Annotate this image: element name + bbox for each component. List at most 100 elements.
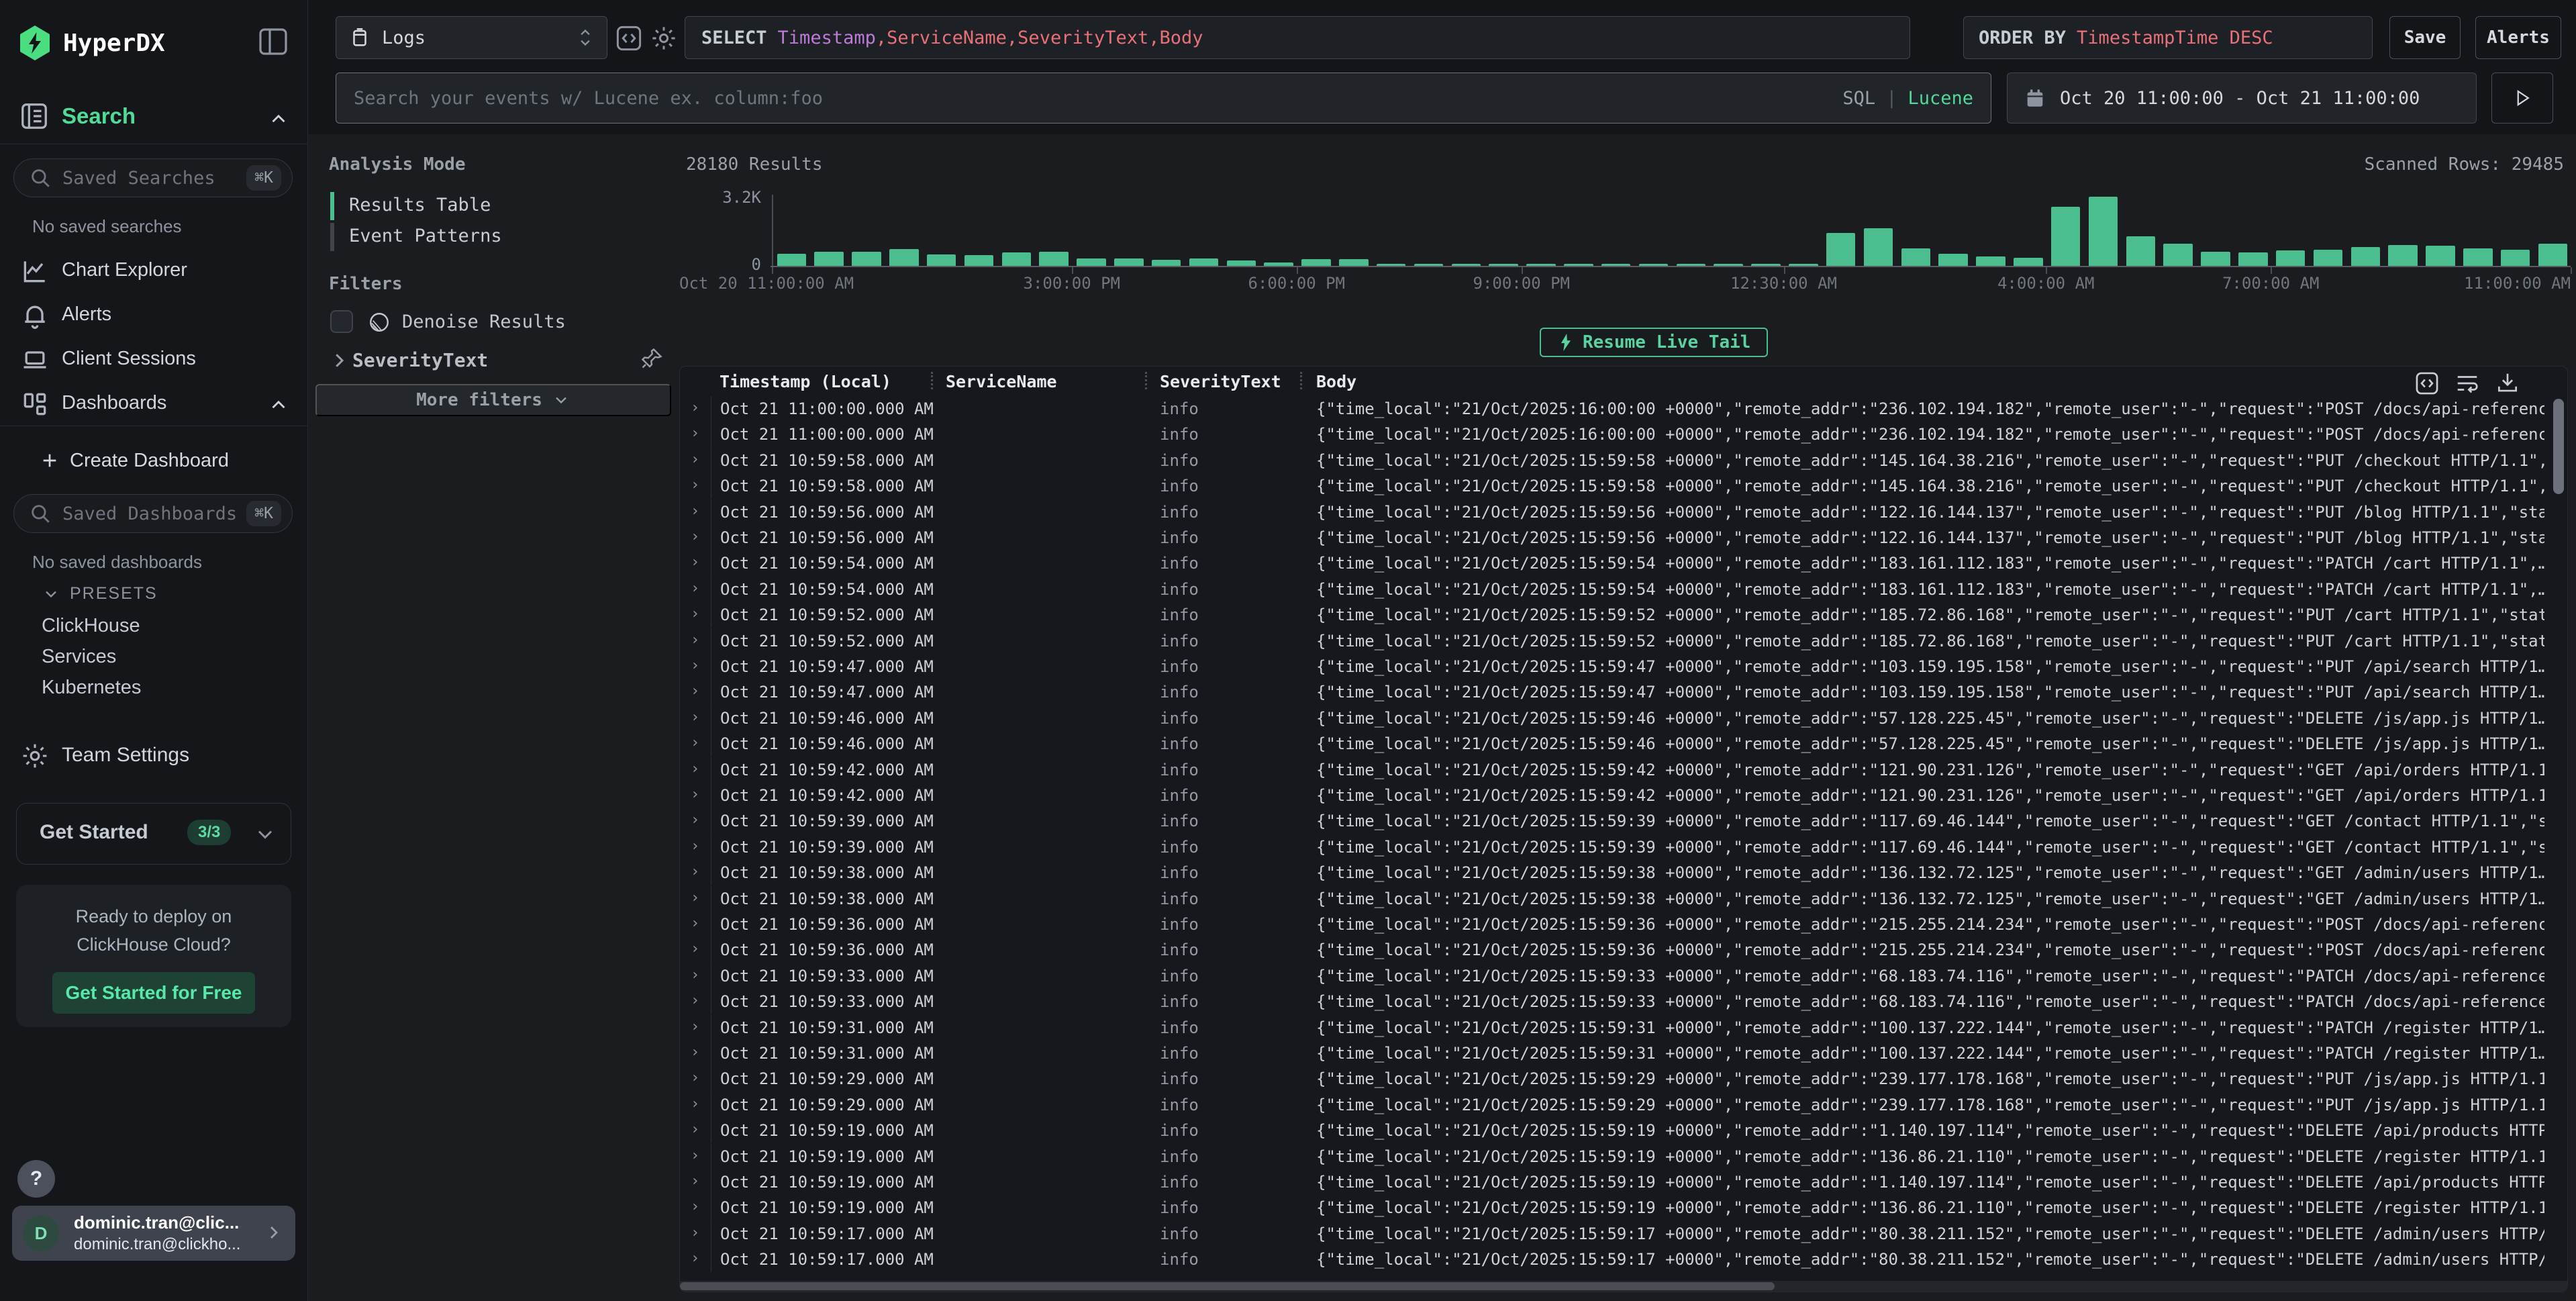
table-row[interactable]: ›Oct 21 10:59:42.000 AMinfo{"time_local"… [680, 757, 2567, 783]
table-row[interactable]: ›Oct 21 10:59:19.000 AMinfo{"time_local"… [680, 1195, 2567, 1220]
row-expand-chevron-icon[interactable]: › [691, 580, 699, 597]
column-header-servicename[interactable]: ServiceName [946, 372, 1057, 391]
preset-clickhouse[interactable]: ClickHouse [42, 615, 140, 637]
table-row[interactable]: ›Oct 21 10:59:54.000 AMinfo{"time_local"… [680, 577, 2567, 602]
row-expand-chevron-icon[interactable]: › [691, 709, 699, 726]
get-started-free-button[interactable]: Get Started for Free [52, 972, 255, 1014]
table-row[interactable]: ›Oct 21 10:59:31.000 AMinfo{"time_local"… [680, 1041, 2567, 1066]
table-row[interactable]: ›Oct 21 10:59:47.000 AMinfo{"time_local"… [680, 679, 2567, 705]
column-resize-handle[interactable] [1145, 372, 1147, 389]
table-row[interactable]: ›Oct 21 10:59:29.000 AMinfo{"time_local"… [680, 1092, 2567, 1118]
vertical-scrollbar[interactable] [2553, 399, 2564, 494]
pin-icon[interactable] [640, 346, 664, 371]
table-row[interactable]: ›Oct 21 10:59:19.000 AMinfo{"time_local"… [680, 1118, 2567, 1143]
table-row[interactable]: ›Oct 21 10:59:38.000 AMinfo{"time_local"… [680, 860, 2567, 885]
table-row[interactable]: ›Oct 21 10:59:36.000 AMinfo{"time_local"… [680, 912, 2567, 937]
sidebar-item-alerts[interactable]: Alerts [0, 295, 308, 337]
row-expand-chevron-icon[interactable]: › [691, 786, 699, 803]
table-row[interactable]: ›Oct 21 11:00:00.000 AMinfo{"time_local"… [680, 422, 2567, 447]
table-row[interactable]: ›Oct 21 10:59:38.000 AMinfo{"time_local"… [680, 886, 2567, 912]
sidebar-collapse-icon[interactable] [258, 27, 289, 56]
table-row[interactable]: ›Oct 21 10:59:52.000 AMinfo{"time_local"… [680, 628, 2567, 654]
chart-plot[interactable] [772, 195, 2571, 266]
chevron-up-icon[interactable] [267, 107, 290, 130]
row-expand-chevron-icon[interactable]: › [691, 838, 699, 855]
query-language-toggle[interactable]: SQL | Lucene [1842, 88, 1973, 109]
get-started-card[interactable]: Get Started 3/3 [16, 803, 291, 865]
download-icon[interactable] [2495, 371, 2520, 396]
row-expand-chevron-icon[interactable]: › [691, 657, 699, 674]
row-expand-chevron-icon[interactable]: › [691, 1121, 699, 1138]
row-expand-chevron-icon[interactable]: › [691, 1250, 699, 1267]
table-row[interactable]: ›Oct 21 10:59:36.000 AMinfo{"time_local"… [680, 937, 2567, 963]
source-code-icon[interactable] [2414, 371, 2440, 396]
column-header-severitytext[interactable]: SeverityText [1160, 372, 1281, 391]
sidebar-item-dashboards[interactable]: Dashboards [0, 384, 308, 426]
table-row[interactable]: ›Oct 21 10:59:17.000 AMinfo{"time_local"… [680, 1247, 2567, 1272]
row-expand-chevron-icon[interactable]: › [691, 399, 699, 416]
order-by-input[interactable]: ORDER BY TimestampTime DESC [1963, 16, 2373, 59]
run-query-button[interactable] [2491, 73, 2553, 124]
sidebar-item-chart-explorer[interactable]: Chart Explorer [0, 251, 308, 293]
row-expand-chevron-icon[interactable]: › [691, 992, 699, 1009]
chevron-up-icon[interactable] [267, 393, 290, 416]
event-search-input[interactable]: Search your events w/ Lucene ex. column:… [336, 73, 1991, 124]
column-resize-handle[interactable] [1300, 372, 1302, 389]
table-row[interactable]: ›Oct 21 10:59:56.000 AMinfo{"time_local"… [680, 499, 2567, 525]
horizontal-scrollbar-thumb[interactable] [680, 1282, 1775, 1290]
preset-kubernetes[interactable]: Kubernetes [42, 677, 141, 699]
table-row[interactable]: ›Oct 21 10:59:33.000 AMinfo{"time_local"… [680, 963, 2567, 989]
table-row[interactable]: ›Oct 21 10:59:42.000 AMinfo{"time_local"… [680, 783, 2567, 808]
row-expand-chevron-icon[interactable]: › [691, 477, 699, 493]
create-dashboard-button[interactable]: Create Dashboard [0, 442, 308, 483]
row-expand-chevron-icon[interactable]: › [691, 1224, 699, 1241]
row-expand-chevron-icon[interactable]: › [691, 967, 699, 983]
alerts-button[interactable]: Alerts [2475, 16, 2561, 59]
lucene-toggle[interactable]: Lucene [1908, 88, 1973, 109]
row-expand-chevron-icon[interactable]: › [691, 941, 699, 957]
table-row[interactable]: ›Oct 21 10:59:58.000 AMinfo{"time_local"… [680, 448, 2567, 473]
query-settings-gear-icon[interactable] [650, 24, 678, 52]
column-resize-handle[interactable] [931, 372, 933, 389]
sql-toggle[interactable]: SQL [1842, 88, 1875, 109]
row-expand-chevron-icon[interactable]: › [691, 1096, 699, 1112]
table-row[interactable]: ›Oct 21 10:59:58.000 AMinfo{"time_local"… [680, 473, 2567, 499]
table-row[interactable]: ›Oct 21 10:59:33.000 AMinfo{"time_local"… [680, 989, 2567, 1014]
table-row[interactable]: ›Oct 21 10:59:19.000 AMinfo{"time_local"… [680, 1144, 2567, 1169]
row-expand-chevron-icon[interactable]: › [691, 761, 699, 777]
table-row[interactable]: ›Oct 21 10:59:46.000 AMinfo{"time_local"… [680, 706, 2567, 731]
select-clause-input[interactable]: SELECT Timestamp ,ServiceName,SeverityTe… [685, 16, 1910, 59]
denoise-checkbox[interactable] [330, 310, 353, 333]
row-expand-chevron-icon[interactable]: › [691, 1069, 699, 1086]
table-row[interactable]: ›Oct 21 10:59:19.000 AMinfo{"time_local"… [680, 1169, 2567, 1195]
source-select[interactable]: Logs [336, 16, 607, 59]
horizontal-scrollbar[interactable] [680, 1281, 2567, 1292]
mode-event-patterns[interactable]: Event Patterns [330, 222, 666, 252]
row-expand-chevron-icon[interactable]: › [691, 1147, 699, 1164]
preset-services[interactable]: Services [42, 646, 116, 668]
row-expand-chevron-icon[interactable]: › [691, 425, 699, 442]
row-expand-chevron-icon[interactable]: › [691, 1173, 699, 1190]
chevron-down-icon[interactable] [253, 822, 277, 847]
table-row[interactable]: ›Oct 21 11:00:00.000 AMinfo{"time_local"… [680, 396, 2567, 422]
table-row[interactable]: ›Oct 21 10:59:46.000 AMinfo{"time_local"… [680, 731, 2567, 757]
row-expand-chevron-icon[interactable]: › [691, 889, 699, 906]
row-expand-chevron-icon[interactable]: › [691, 632, 699, 648]
table-row[interactable]: ›Oct 21 10:59:56.000 AMinfo{"time_local"… [680, 525, 2567, 550]
column-header-body[interactable]: Body [1316, 372, 1356, 391]
column-header-timestamp[interactable]: Timestamp (Local) [720, 372, 891, 391]
table-row[interactable]: ›Oct 21 10:59:29.000 AMinfo{"time_local"… [680, 1066, 2567, 1092]
table-row[interactable]: ›Oct 21 10:59:47.000 AMinfo{"time_local"… [680, 654, 2567, 679]
row-expand-chevron-icon[interactable]: › [691, 1198, 699, 1215]
row-expand-chevron-icon[interactable]: › [691, 554, 699, 571]
table-row[interactable]: ›Oct 21 10:59:39.000 AMinfo{"time_local"… [680, 834, 2567, 860]
row-expand-chevron-icon[interactable]: › [691, 1018, 699, 1035]
sidebar-item-search[interactable]: Search [0, 99, 308, 138]
table-row[interactable]: ›Oct 21 10:59:31.000 AMinfo{"time_local"… [680, 1015, 2567, 1041]
sidebar-item-client-sessions[interactable]: Client Sessions [0, 340, 308, 381]
row-expand-chevron-icon[interactable]: › [691, 1044, 699, 1061]
mode-results-table[interactable]: Results Table [330, 191, 666, 222]
code-toggle-icon[interactable] [615, 24, 643, 52]
row-expand-chevron-icon[interactable]: › [691, 915, 699, 932]
row-expand-chevron-icon[interactable]: › [691, 683, 699, 700]
